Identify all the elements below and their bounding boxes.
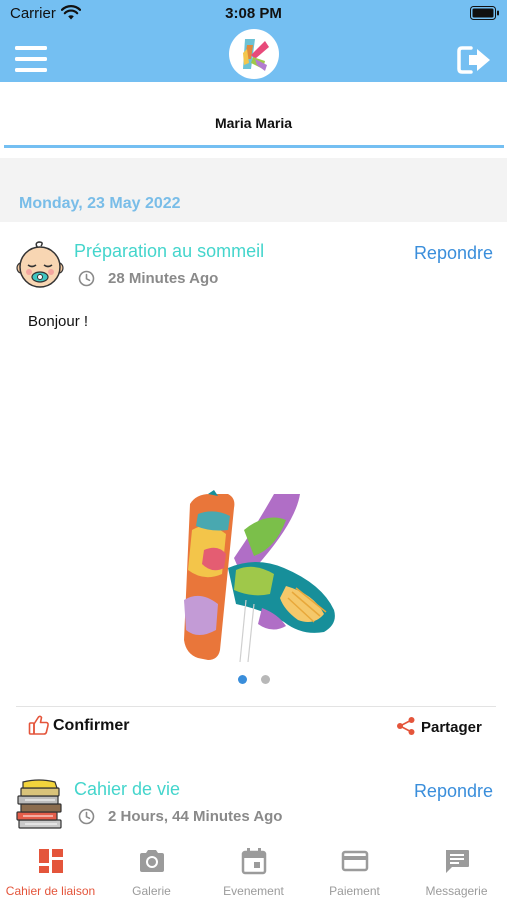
tab-messagerie[interactable]: Messagerie: [406, 837, 507, 900]
tab-label: Messagerie: [425, 884, 488, 898]
feed-date: Monday, 23 May 2022: [19, 195, 181, 212]
app-logo: [229, 29, 279, 79]
menu-button[interactable]: [14, 44, 50, 76]
tab-evenement[interactable]: Evenement: [203, 837, 304, 900]
k-logo-illustration[interactable]: [174, 490, 340, 666]
child-tab-indicator: [4, 145, 504, 148]
logout-button[interactable]: [457, 44, 493, 76]
carousel-dot[interactable]: [261, 675, 270, 684]
tab-label: Galerie: [132, 884, 171, 898]
status-time: 3:08 PM: [225, 5, 282, 22]
post-timestamp: 2 Hours, 44 Minutes Ago: [108, 808, 283, 825]
thumbs-up-icon: [28, 715, 49, 735]
battery-icon: [470, 6, 500, 25]
post-title: Préparation au sommeil: [74, 241, 265, 261]
reply-button[interactable]: Repondre: [414, 781, 493, 802]
post-message: Bonjour !: [28, 313, 89, 330]
clock-icon: [78, 808, 95, 830]
tab-label: Cahier de liaison: [5, 884, 96, 898]
tab-cahier-de-liaison[interactable]: Cahier de liaison: [0, 837, 101, 900]
tab-label: Evenement: [223, 884, 284, 898]
reply-button[interactable]: Repondre: [414, 243, 493, 264]
sleeping-baby-icon: [15, 240, 65, 290]
credit-card-icon: [341, 850, 369, 872]
share-label: Partager: [421, 719, 482, 736]
message-icon: [446, 850, 469, 873]
tab-galerie[interactable]: Galerie: [101, 837, 202, 900]
divider: [16, 706, 496, 707]
tab-label: Paiement: [329, 884, 380, 898]
calendar-icon: [241, 848, 267, 875]
status-bar: Carrier 3:08 PM: [0, 0, 507, 28]
camera-icon: [140, 850, 164, 872]
child-name: Maria Maria: [214, 115, 293, 131]
tab-paiement[interactable]: Paiement: [304, 837, 405, 900]
book-stack-icon: [15, 778, 65, 830]
share-icon: [397, 717, 415, 735]
date-section-header: Monday, 23 May 2022: [0, 158, 507, 222]
confirm-label: Confirmer: [53, 717, 130, 734]
dashboard-icon: [39, 849, 63, 873]
bottom-tab-bar: Cahier de liaison Galerie Evenement Paie…: [0, 837, 507, 900]
child-selector[interactable]: Maria Maria: [0, 82, 507, 148]
post-timestamp: 28 Minutes Ago: [108, 270, 219, 287]
hamburger-menu-icon: [15, 46, 47, 72]
post-title: Cahier de vie: [74, 779, 181, 799]
share-button[interactable]: Partager: [396, 714, 496, 738]
logout-icon: [457, 46, 490, 74]
carousel-dot-active[interactable]: [238, 675, 247, 684]
clock-icon: [78, 270, 95, 292]
